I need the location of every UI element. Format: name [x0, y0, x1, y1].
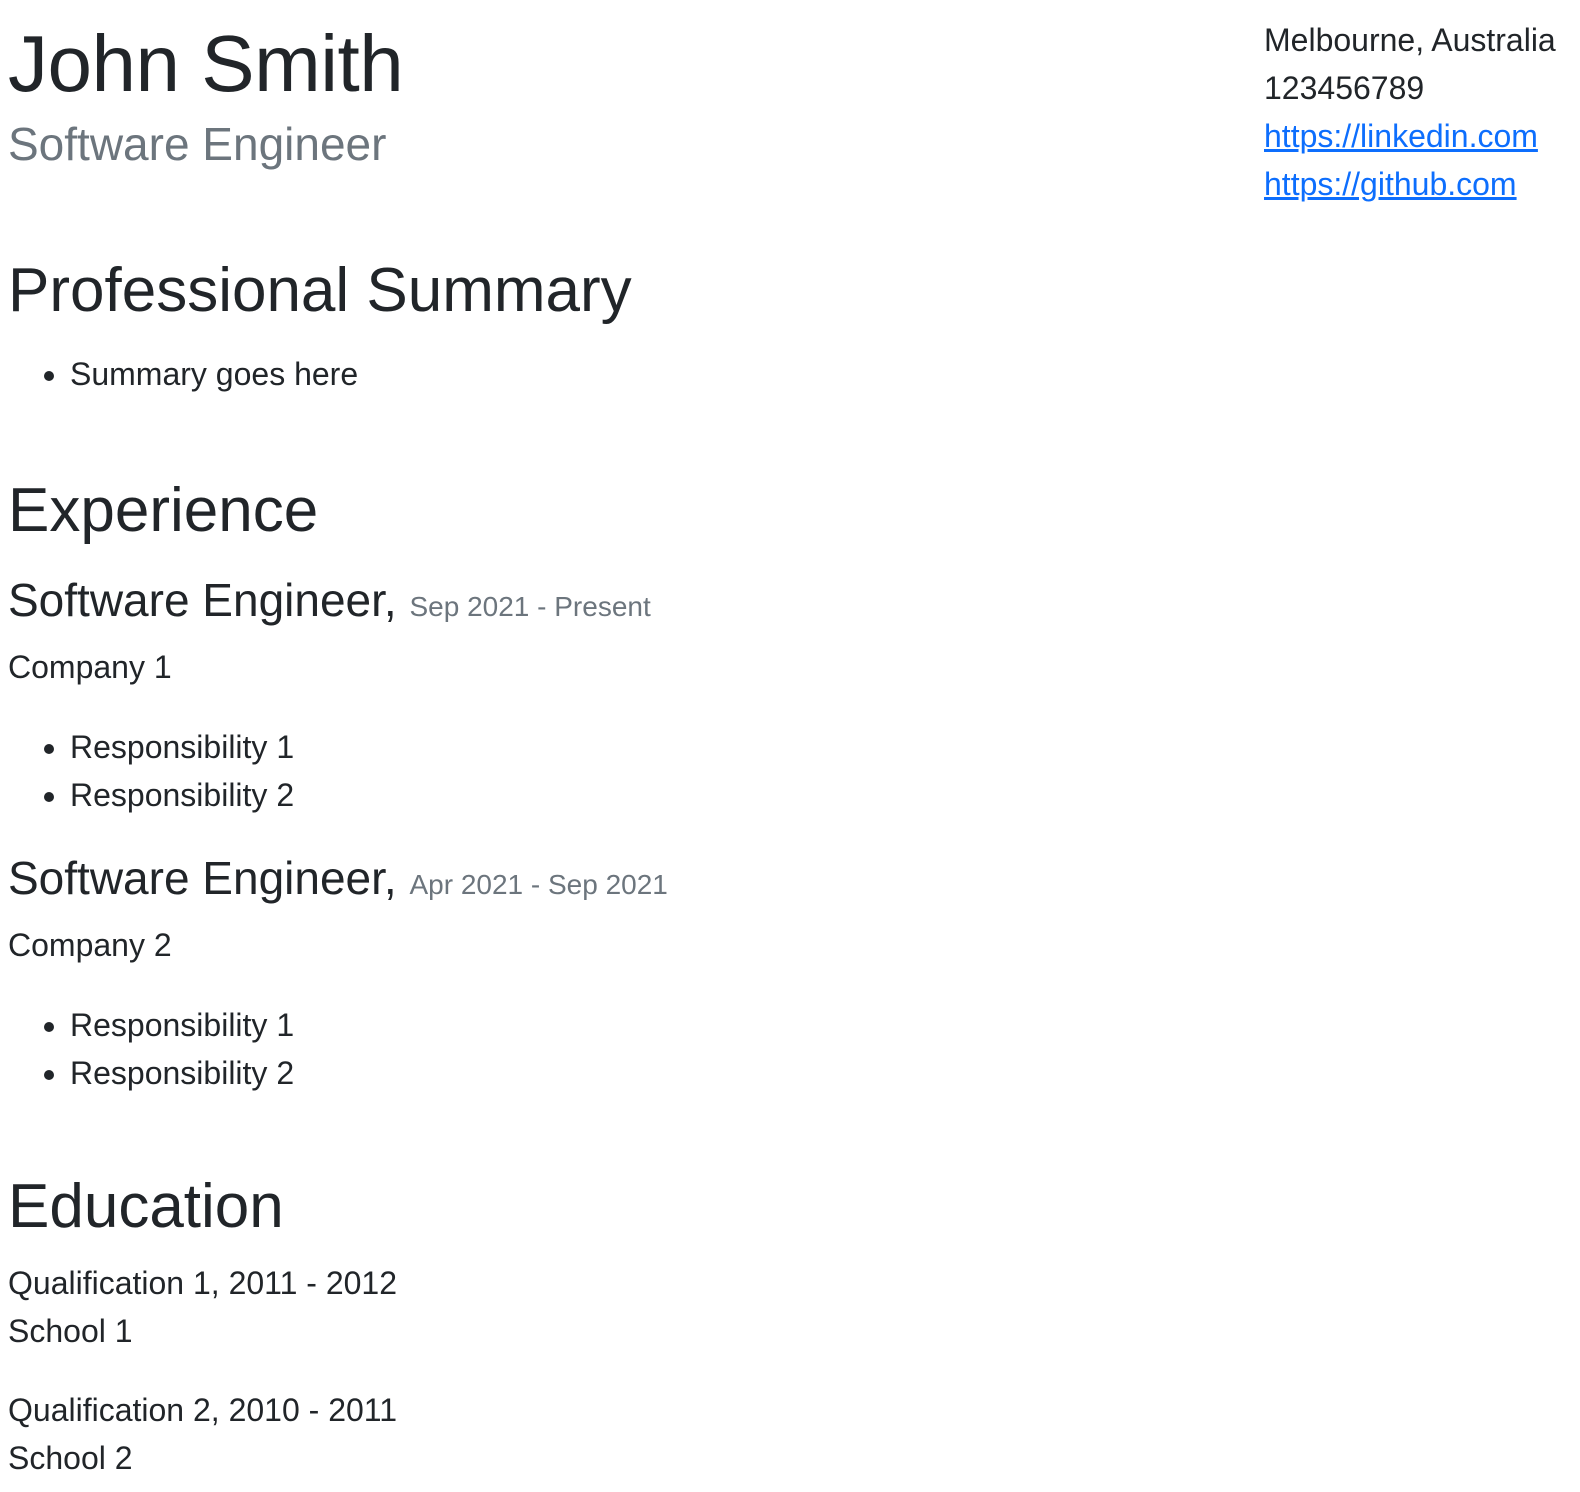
education-qualification: Qualification 2, 2010 - 2011 — [8, 1392, 397, 1428]
education-heading: Education — [8, 1172, 284, 1241]
resume-page: John Smith Software Engineer Melbourne, … — [0, 0, 1580, 1492]
contact-phone: 123456789 — [1264, 70, 1425, 106]
candidate-title: Software Engineer — [8, 118, 387, 170]
job-responsibilities: Responsibility 1 Responsibility 2 — [8, 723, 651, 819]
responsibility-item: Responsibility 1 — [70, 723, 651, 771]
job-entry: Software Engineer, Apr 2021 - Sep 2021 C… — [8, 850, 668, 1097]
summary-item: Summary goes here — [70, 350, 632, 398]
github-link[interactable]: https://github.com — [1264, 166, 1517, 202]
linkedin-link[interactable]: https://linkedin.com — [1264, 118, 1538, 154]
job-title: Software Engineer — [8, 574, 384, 626]
education-entry: Qualification 2, 2010 - 2011 School 2 — [8, 1386, 397, 1482]
job-responsibilities: Responsibility 1 Responsibility 2 — [8, 1001, 668, 1097]
contact-block: Melbourne, Australia 123456789 https://l… — [1264, 16, 1574, 208]
education-section: Education — [8, 1172, 284, 1242]
responsibility-item: Responsibility 2 — [70, 1049, 668, 1097]
job-title-separator: , — [383, 852, 397, 904]
summary-list: Summary goes here — [8, 350, 632, 398]
summary-section: Professional Summary Summary goes here — [8, 256, 632, 398]
education-school: School 2 — [8, 1440, 133, 1476]
contact-location: Melbourne, Australia — [1264, 22, 1556, 58]
education-qualification: Qualification 1, 2011 - 2012 — [8, 1265, 397, 1301]
job-heading: Software Engineer, Apr 2021 - Sep 2021 — [8, 850, 668, 913]
contact-github-row: https://github.com — [1264, 160, 1574, 208]
job-entry: Software Engineer, Sep 2021 - Present Co… — [8, 572, 651, 819]
education-school: School 1 — [8, 1313, 133, 1349]
experience-section: Experience — [8, 476, 318, 546]
summary-heading: Professional Summary — [8, 256, 632, 325]
job-dates: Apr 2021 - Sep 2021 — [409, 869, 668, 900]
job-title-separator: , — [383, 574, 397, 626]
responsibility-item: Responsibility 2 — [70, 771, 651, 819]
experience-heading: Experience — [8, 476, 319, 545]
resume-header: John Smith Software Engineer — [8, 18, 404, 172]
candidate-name: John Smith — [8, 19, 404, 108]
responsibility-item: Responsibility 1 — [70, 1001, 668, 1049]
contact-linkedin-row: https://linkedin.com — [1264, 112, 1574, 160]
job-dates: Sep 2021 - Present — [409, 591, 651, 622]
job-company: Company 2 — [8, 927, 172, 963]
education-entry: Qualification 1, 2011 - 2012 School 1 — [8, 1259, 397, 1355]
job-heading: Software Engineer, Sep 2021 - Present — [8, 572, 651, 635]
job-title: Software Engineer — [8, 852, 384, 904]
job-company: Company 1 — [8, 649, 172, 685]
